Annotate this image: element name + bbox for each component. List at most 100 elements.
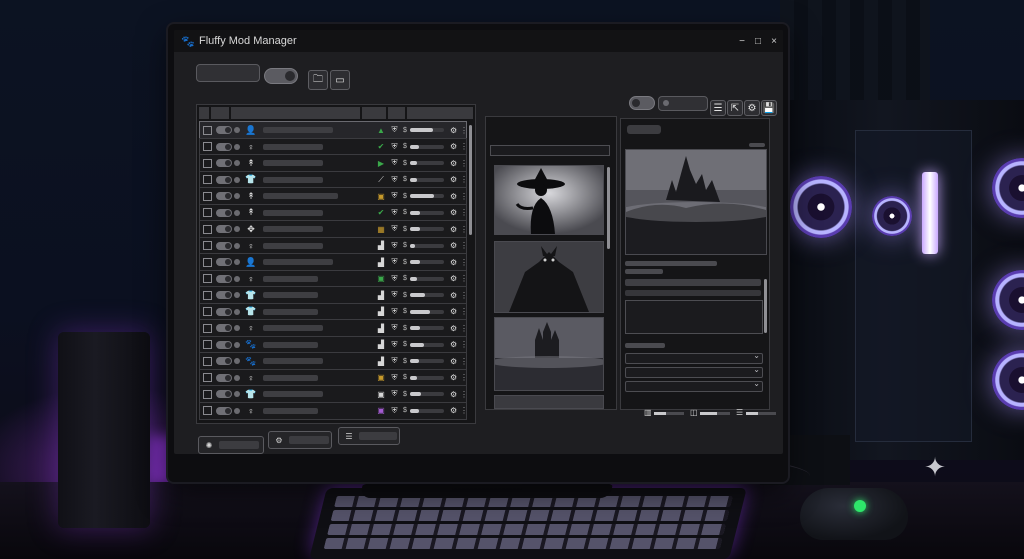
mod-row[interactable]: 👕 ▣ ⛨ $ ⚙ ⋮ <box>199 385 468 403</box>
size-slider[interactable] <box>654 412 684 415</box>
gallery-filter-input[interactable] <box>490 145 610 156</box>
minimize-button[interactable]: − <box>734 30 750 52</box>
header-col[interactable] <box>407 107 473 119</box>
row-toggle[interactable] <box>216 324 232 332</box>
drag-handle-icon[interactable]: ⋮ <box>460 373 468 382</box>
row-checkbox[interactable] <box>203 175 212 184</box>
gear-icon[interactable]: ⚙ <box>450 390 457 399</box>
settings-button[interactable]: ⚙ <box>744 100 760 116</box>
row-checkbox[interactable] <box>203 125 212 135</box>
drag-handle-icon[interactable]: ⋮ <box>460 258 468 267</box>
mod-row[interactable]: ✥ ▦ ⛨ $ ⚙ ⋮ <box>199 220 468 238</box>
bottom-button-2[interactable]: ⚙ <box>268 431 332 449</box>
drag-handle-icon[interactable]: ⋮ <box>460 159 468 168</box>
header-select-all[interactable] <box>199 107 209 119</box>
row-toggle[interactable] <box>216 357 232 365</box>
header-col[interactable] <box>230 107 360 119</box>
row-toggle[interactable] <box>216 175 232 184</box>
option-dropdown[interactable]: ⌄ <box>625 351 763 364</box>
mod-row[interactable]: ♀ ▣ ⛨ $ ⚙ ⋮ <box>199 368 468 387</box>
option-dropdown[interactable]: ⌄ <box>625 379 763 392</box>
gallery-next-image[interactable] <box>494 395 604 409</box>
drag-handle-icon[interactable]: ⋮ <box>460 142 468 151</box>
bottom-button-1[interactable]: ✺ <box>198 436 264 454</box>
row-checkbox[interactable] <box>203 142 212 151</box>
gear-icon[interactable]: ⚙ <box>450 324 457 333</box>
row-checkbox[interactable] <box>203 389 212 399</box>
row-checkbox[interactable] <box>203 158 212 168</box>
mod-row[interactable]: ↟ ✔ ⛨ $ ⚙ ⋮ <box>199 203 468 222</box>
gear-icon[interactable]: ⚙ <box>450 225 457 234</box>
row-toggle[interactable] <box>216 241 232 250</box>
gear-icon[interactable]: ⚙ <box>450 357 457 366</box>
mod-row[interactable]: 👤 ▟ ⛨ $ ⚙ ⋮ <box>199 253 468 271</box>
drag-handle-icon[interactable]: ⋮ <box>460 208 468 217</box>
header-col[interactable] <box>361 107 386 119</box>
dark-castle-image[interactable] <box>625 149 767 255</box>
window-button[interactable]: ▭ <box>330 70 350 90</box>
gear-icon[interactable]: ⚙ <box>450 291 457 300</box>
drag-handle-icon[interactable]: ⋮ <box>460 291 468 300</box>
open-folder-button[interactable]: 🗀 <box>308 70 328 90</box>
row-checkbox[interactable] <box>203 340 212 349</box>
detail-field[interactable] <box>625 279 761 286</box>
mod-row[interactable]: 👕 ▟ ⛨ $ ⚙ ⋮ <box>199 302 468 321</box>
gear-icon[interactable]: ⚙ <box>450 126 457 135</box>
maximize-button[interactable]: □ <box>750 30 766 52</box>
mod-row[interactable]: ♀ ▟ ⛨ $ ⚙ ⋮ <box>199 319 468 337</box>
row-checkbox[interactable] <box>203 373 212 382</box>
row-toggle[interactable] <box>216 390 232 398</box>
mod-row[interactable]: 👕 ▟ ⛨ $ ⚙ ⋮ <box>199 286 468 304</box>
row-toggle[interactable] <box>216 274 232 283</box>
row-checkbox[interactable] <box>203 274 212 283</box>
detail-field[interactable] <box>625 290 761 296</box>
gallery-scrollbar[interactable] <box>607 167 610 249</box>
mod-row[interactable]: 👤 ▲ ⛨ $ ⚙ ⋮ <box>199 121 468 139</box>
row-checkbox[interactable] <box>203 224 212 234</box>
profile-select[interactable] <box>658 96 708 111</box>
zoom-slider[interactable] <box>700 412 730 415</box>
drag-handle-icon[interactable]: ⋮ <box>460 340 468 349</box>
row-checkbox[interactable] <box>203 406 212 415</box>
witch-silhouette-image[interactable] <box>494 165 604 235</box>
header-col[interactable] <box>210 107 229 119</box>
row-checkbox[interactable] <box>203 356 212 366</box>
gear-icon[interactable]: ⚙ <box>450 175 457 184</box>
row-checkbox[interactable] <box>203 191 212 201</box>
drag-handle-icon[interactable]: ⋮ <box>460 192 468 201</box>
gear-icon[interactable]: ⚙ <box>450 258 457 267</box>
bottom-button-3[interactable]: ☰ <box>338 427 400 445</box>
row-checkbox[interactable] <box>203 323 212 333</box>
mod-row[interactable]: ↟ ▣ ⛨ $ ⚙ ⋮ <box>199 187 468 205</box>
drag-handle-icon[interactable]: ⋮ <box>460 241 468 250</box>
drag-handle-icon[interactable]: ⋮ <box>460 307 468 316</box>
drag-handle-icon[interactable]: ⋮ <box>460 274 468 283</box>
export-button[interactable]: ⇱ <box>727 100 743 116</box>
mod-row[interactable]: ↟ ▶ ⛨ $ ⚙ ⋮ <box>199 154 468 172</box>
row-toggle[interactable] <box>216 340 232 349</box>
gear-icon[interactable]: ⚙ <box>450 142 457 151</box>
drag-handle-icon[interactable]: ⋮ <box>460 126 468 135</box>
global-toggle[interactable] <box>264 68 298 84</box>
gear-icon[interactable]: ⚙ <box>450 241 457 250</box>
gear-icon[interactable]: ⚙ <box>450 159 457 168</box>
row-toggle[interactable] <box>216 406 232 415</box>
details-scrollbar[interactable] <box>764 279 767 333</box>
row-toggle[interactable] <box>216 192 232 200</box>
mod-row[interactable]: 🐾 ▟ ⛨ $ ⚙ ⋮ <box>199 335 468 354</box>
mod-row[interactable]: ♀ ✔ ⛨ $ ⚙ ⋮ <box>199 137 468 156</box>
row-toggle[interactable] <box>216 373 232 382</box>
werewolf-image[interactable] <box>494 241 604 313</box>
row-toggle[interactable] <box>216 208 232 217</box>
save-button[interactable]: 💾 <box>761 100 777 116</box>
gear-icon[interactable]: ⚙ <box>450 307 457 316</box>
preview-toggle[interactable] <box>629 96 655 110</box>
drag-handle-icon[interactable]: ⋮ <box>460 324 468 333</box>
drag-handle-icon[interactable]: ⋮ <box>460 390 468 399</box>
gear-icon[interactable]: ⚙ <box>450 208 457 217</box>
drag-handle-icon[interactable]: ⋮ <box>460 406 468 415</box>
row-toggle[interactable] <box>216 225 232 233</box>
option-dropdown[interactable]: ⌄ <box>625 365 763 378</box>
row-toggle[interactable] <box>216 291 232 299</box>
row-toggle[interactable] <box>216 159 232 167</box>
